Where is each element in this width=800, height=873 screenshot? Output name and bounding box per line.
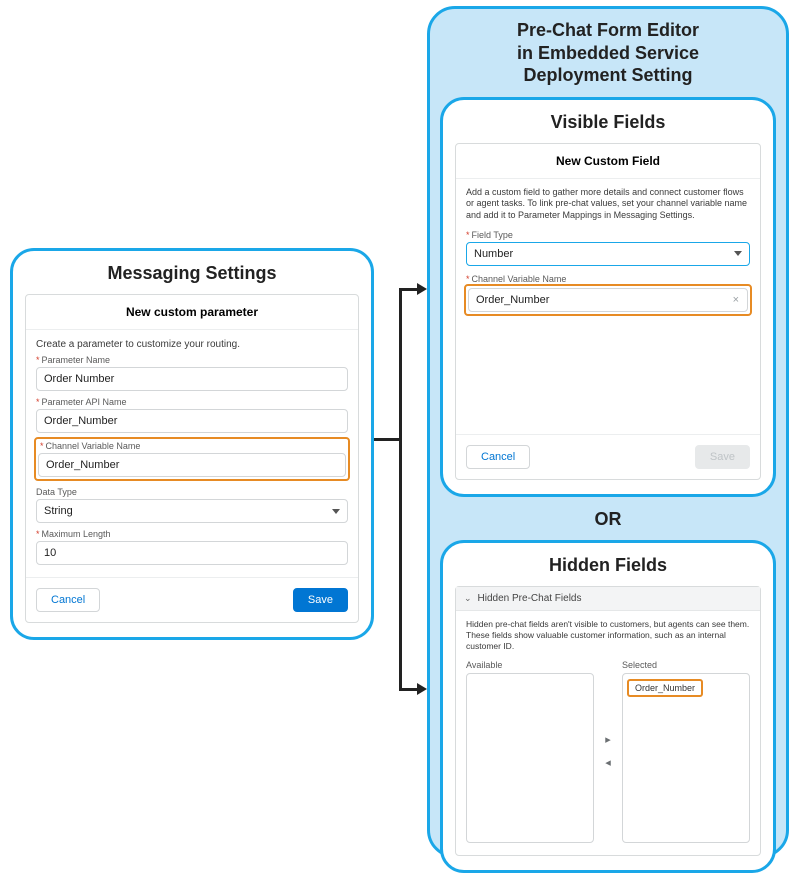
selected-listbox[interactable]: Order_Number (622, 673, 750, 843)
cancel-button[interactable]: Cancel (466, 445, 530, 469)
parameter-api-name-label: *Parameter API Name (36, 397, 348, 407)
available-label: Available (466, 660, 594, 670)
caret-down-icon (332, 509, 340, 514)
arrowhead-right-icon (417, 683, 427, 695)
move-right-icon[interactable]: ▸ (605, 733, 611, 746)
hidden-fields-card: Hidden Fields ⌄ Hidden Pre-Chat Fields H… (440, 540, 776, 873)
connector-line (374, 438, 402, 441)
chevron-down-icon: ⌄ (464, 593, 472, 604)
channel-variable-name-label-left: *Channel Variable Name (38, 441, 346, 451)
new-custom-parameter-header: New custom parameter (26, 295, 358, 330)
arrowhead-right-icon (417, 283, 427, 295)
channel-variable-highlight-left: *Channel Variable Name Order_Number (34, 437, 350, 481)
channel-variable-name-input[interactable]: Order_Number × (468, 288, 748, 312)
field-type-label: *Field Type (466, 230, 750, 240)
caret-down-icon (734, 251, 742, 256)
connector-line (399, 688, 419, 691)
move-left-icon[interactable]: ◂ (605, 756, 611, 769)
save-button-disabled: Save (695, 445, 750, 469)
data-type-select[interactable]: String (36, 499, 348, 523)
channel-variable-name-input-left[interactable]: Order_Number (38, 453, 346, 477)
messaging-settings-title: Messaging Settings (25, 263, 359, 284)
save-button[interactable]: Save (293, 588, 348, 612)
new-custom-parameter-description: Create a parameter to customize your rou… (36, 338, 348, 351)
new-custom-field-panel: New Custom Field Add a custom field to g… (455, 143, 761, 480)
data-type-label: Data Type (36, 487, 348, 497)
selected-label: Selected (622, 660, 750, 670)
prechat-editor-heading: Pre-Chat Form Editorin Embedded ServiceD… (440, 19, 776, 87)
channel-variable-highlight: Order_Number × (464, 284, 752, 316)
or-label: OR (440, 509, 776, 530)
channel-variable-name-label: *Channel Variable Name (466, 274, 750, 284)
messaging-settings-card: Messaging Settings New custom parameter … (10, 248, 374, 640)
new-custom-parameter-panel: New custom parameter Create a parameter … (25, 294, 359, 623)
new-custom-field-description: Add a custom field to gather more detail… (466, 187, 750, 222)
clear-input-icon[interactable]: × (733, 294, 739, 306)
visible-fields-title: Visible Fields (455, 112, 761, 133)
hidden-prechat-panel: ⌄ Hidden Pre-Chat Fields Hidden pre-chat… (455, 586, 761, 856)
prechat-editor-container: Pre-Chat Form Editorin Embedded ServiceD… (427, 6, 789, 858)
field-type-value: Number (474, 248, 513, 260)
hidden-fields-title: Hidden Fields (455, 555, 761, 576)
visible-fields-card: Visible Fields New Custom Field Add a cu… (440, 97, 776, 497)
available-listbox[interactable] (466, 673, 594, 843)
connector-line (399, 288, 402, 690)
dual-listbox: Available ▸ ◂ Selected Order_Number (466, 660, 750, 843)
maximum-length-label: *Maximum Length (36, 529, 348, 539)
data-type-value: String (44, 505, 73, 517)
parameter-api-name-input[interactable]: Order_Number (36, 409, 348, 433)
selected-item-order-number[interactable]: Order_Number (627, 679, 703, 697)
hidden-prechat-header-text: Hidden Pre-Chat Fields (478, 593, 582, 604)
parameter-name-input[interactable]: Order Number (36, 367, 348, 391)
field-type-select[interactable]: Number (466, 242, 750, 266)
maximum-length-input[interactable]: 10 (36, 541, 348, 565)
channel-variable-name-value: Order_Number (476, 294, 549, 306)
cancel-button[interactable]: Cancel (36, 588, 100, 612)
new-custom-field-header: New Custom Field (456, 144, 760, 179)
connector-line (399, 288, 419, 291)
hidden-prechat-header[interactable]: ⌄ Hidden Pre-Chat Fields (456, 587, 760, 611)
parameter-name-label: *Parameter Name (36, 355, 348, 365)
hidden-fields-description: Hidden pre-chat fields aren't visible to… (466, 619, 750, 652)
